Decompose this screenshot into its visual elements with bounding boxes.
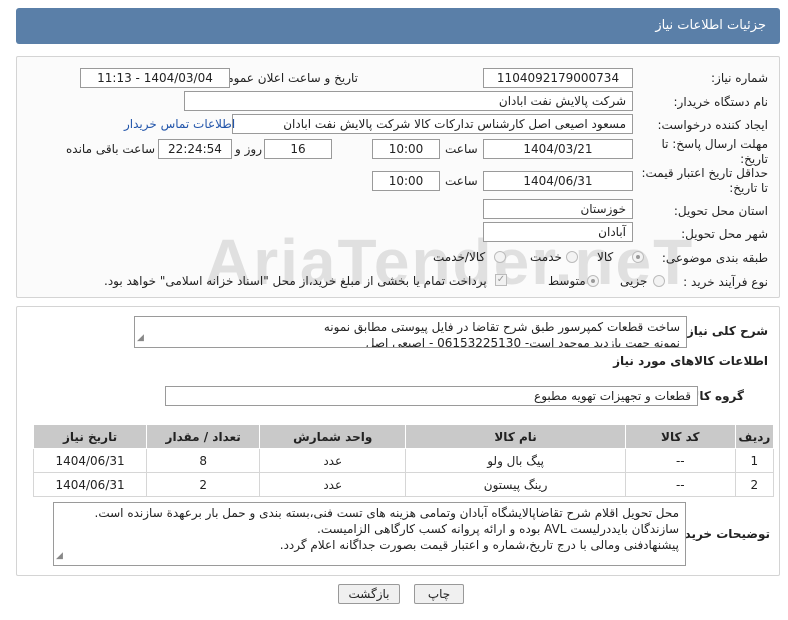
- category-radio-goods-service[interactable]: [494, 251, 506, 263]
- buyer-notes-line-1: محل تحویل اقلام شرح تقاضاپالایشگاه آبادا…: [94, 506, 679, 520]
- need-number-field: 1104092179000734: [483, 68, 633, 88]
- days-label: روز و: [235, 142, 262, 156]
- creator-label: ایجاد کننده درخواست:: [657, 118, 768, 132]
- col-name: نام کالا: [405, 424, 626, 449]
- cell-unit: عدد: [259, 472, 407, 497]
- description-line-2: نمونه جهت بازدید موجود است- 06153225130 …: [365, 336, 680, 348]
- process-label: نوع فرآیند خرید :: [683, 275, 768, 289]
- province-field: خوزستان: [483, 199, 633, 219]
- cell-name: رینگ پیستون: [405, 472, 626, 497]
- col-row: ردیف: [734, 424, 775, 449]
- cell-row: 1: [734, 448, 775, 473]
- need-number-label: شماره نیاز:: [711, 71, 768, 85]
- reply-deadline-label: مهلت ارسال پاسخ: تا تاریخ:: [661, 137, 768, 166]
- process-minor-label: جزیی: [620, 274, 648, 288]
- city-field: آبادان: [483, 222, 633, 242]
- col-date: تاریخ نیاز: [32, 424, 148, 449]
- payment-note: پرداخت تمام یا بخشی از مبلغ خرید،از محل …: [104, 274, 487, 288]
- contact-buyer-link[interactable]: اطلاعات تماس خریدار: [124, 117, 235, 131]
- page-title: جزئیات اطلاعات نیاز: [655, 18, 766, 33]
- col-code: کد کالا: [624, 424, 736, 449]
- province-label: استان محل تحویل:: [673, 204, 768, 218]
- announce-field: 1404/03/04 - 11:13: [80, 68, 230, 88]
- category-radio-goods[interactable]: [632, 251, 644, 263]
- process-medium-label: متوسط: [548, 274, 586, 288]
- reply-time-field: 10:00: [372, 139, 440, 159]
- validity-time-field: 10:00: [372, 171, 440, 191]
- category-label: طبقه بندی موضوعی:: [661, 251, 768, 265]
- description-label: شرح کلی نیاز:: [682, 324, 768, 338]
- category-goods-label: کالا: [597, 250, 614, 264]
- cell-row: 2: [734, 472, 775, 497]
- buyer-notes-line-2: سازندگان بایددرلیست AVL بوده و ارائه پرو…: [317, 522, 679, 536]
- col-unit: واحد شمارش: [259, 424, 407, 449]
- resize-grip-icon[interactable]: ◢: [56, 548, 63, 564]
- remaining-time-label: ساعت باقی مانده: [66, 142, 156, 156]
- cell-unit: عدد: [259, 448, 407, 473]
- print-button[interactable]: چاپ: [414, 584, 464, 604]
- category-radio-service[interactable]: [566, 251, 578, 263]
- cell-code: --: [624, 448, 736, 473]
- table-row: 1 -- پیگ بال ولو عدد 8 1404/06/31: [32, 448, 775, 473]
- page-header: جزئیات اطلاعات نیاز: [16, 8, 780, 44]
- buyer-org-label: نام دستگاه خریدار:: [673, 95, 769, 109]
- city-label: شهر محل تحویل:: [681, 227, 768, 241]
- items-table: ردیف کد کالا نام کالا واحد شمارش تعداد /…: [32, 424, 775, 497]
- cell-qty: 8: [146, 448, 261, 473]
- table-row: 2 -- رینگ پیستون عدد 2 1404/06/31: [32, 472, 775, 497]
- category-goods-service-label: کالا/خدمت: [433, 250, 486, 264]
- back-button[interactable]: بازگشت: [338, 584, 400, 604]
- days-field: 16: [264, 139, 332, 159]
- reply-date-field: 1404/03/21: [483, 139, 633, 159]
- process-radio-medium[interactable]: [587, 275, 599, 287]
- process-radio-minor[interactable]: [653, 275, 665, 287]
- resize-grip-icon[interactable]: ◢: [137, 330, 144, 346]
- remaining-time-field: 22:24:54: [158, 139, 232, 159]
- cell-name: پیگ بال ولو: [405, 448, 626, 473]
- category-service-label: خدمت: [530, 250, 562, 264]
- cell-code: --: [624, 472, 736, 497]
- col-qty: تعداد / مقدار: [146, 424, 261, 449]
- description-line-1: ساخت قطعات کمپرسور طبق شرح تقاضا در فایل…: [323, 320, 680, 334]
- reply-time-label: ساعت: [445, 142, 478, 156]
- validity-date-field: 1404/06/31: [483, 171, 633, 191]
- creator-field: مسعود اصیعی اصل کارشناس تدارکات کالا شرک…: [232, 114, 633, 134]
- table-header-row: ردیف کد کالا نام کالا واحد شمارش تعداد /…: [32, 424, 775, 449]
- cell-date: 1404/06/31: [32, 472, 148, 497]
- goods-group-field: قطعات و تجهیزات تهویه مطبوع: [165, 386, 698, 406]
- payment-checkbox[interactable]: ✓: [495, 274, 507, 286]
- validity-time-label: ساعت: [445, 174, 478, 188]
- validity-label: حداقل تاریخ اعتبار قیمت: تا تاریخ:: [641, 166, 768, 195]
- buyer-notes-text: محل تحویل اقلام شرح تقاضاپالایشگاه آبادا…: [53, 502, 686, 566]
- cell-qty: 2: [146, 472, 261, 497]
- description-text: ساخت قطعات کمپرسور طبق شرح تقاضا در فایل…: [134, 316, 687, 348]
- cell-date: 1404/06/31: [32, 448, 148, 473]
- buyer-org-field: شرکت پالایش نفت ابادان: [184, 91, 633, 111]
- goods-section-title: اطلاعات کالاهای مورد نیاز: [613, 354, 768, 368]
- announce-label: تاریخ و ساعت اعلان عمومی:: [213, 71, 358, 85]
- buyer-notes-line-3: پیشنهادفنی ومالی با درج تاریخ،شماره و اع…: [279, 538, 679, 552]
